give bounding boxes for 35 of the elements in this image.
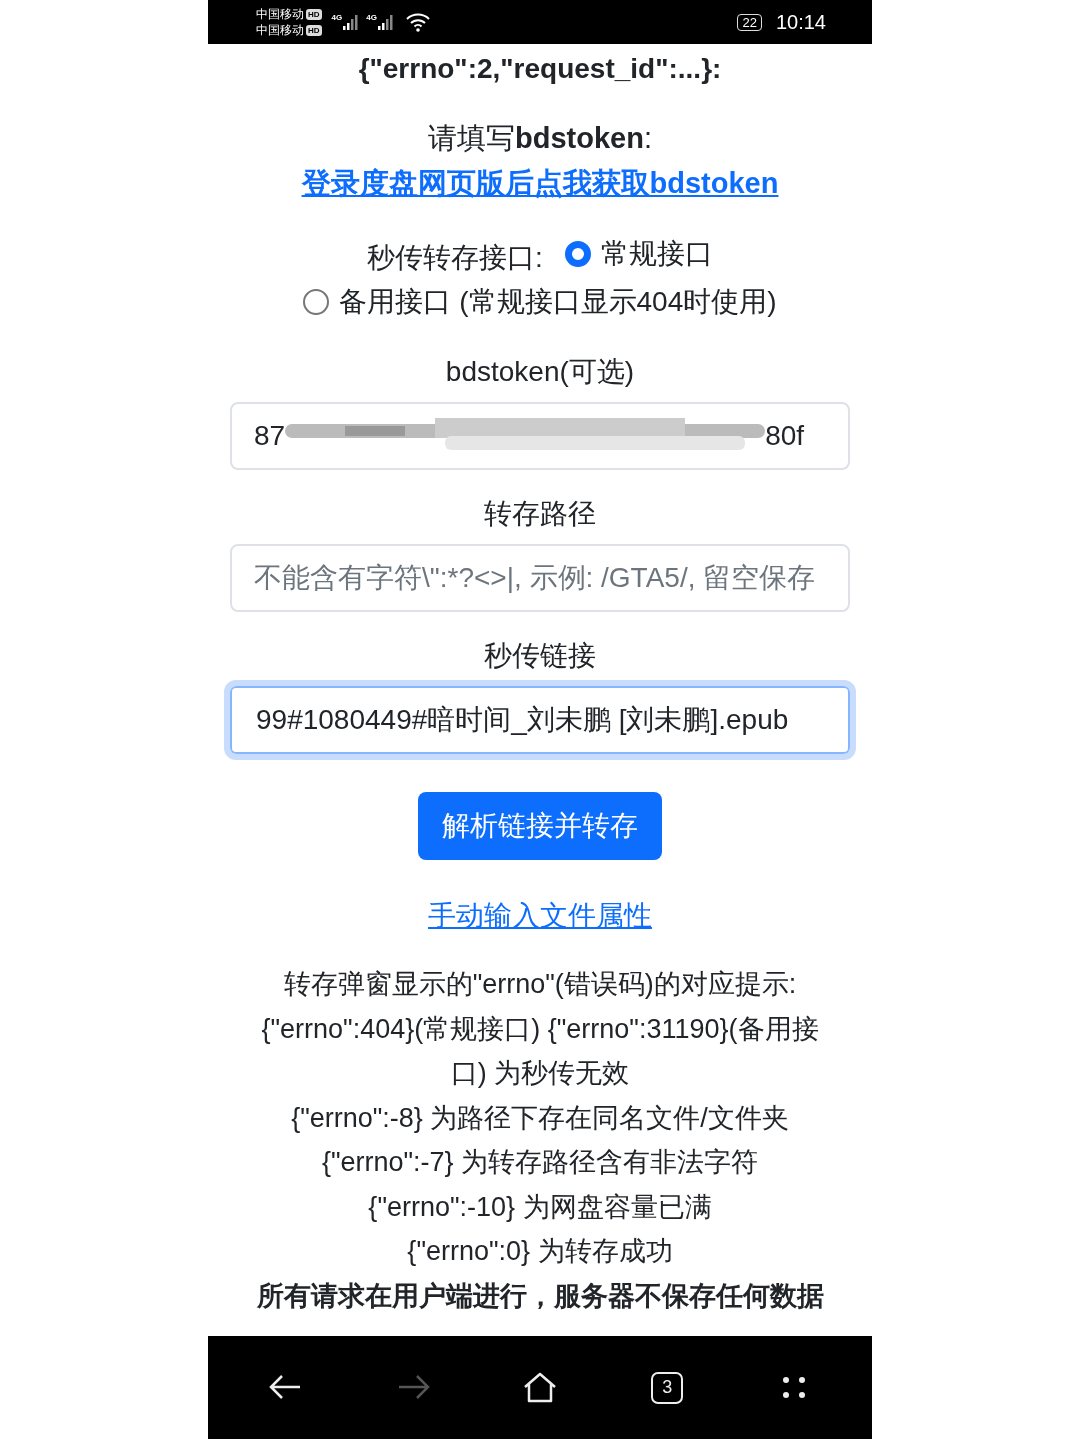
api-label: 秒传转存接口: xyxy=(367,242,543,273)
radio-label: 备用接口 (常规接口显示404时使用) xyxy=(339,285,777,319)
field-label: bdstoken(可选) xyxy=(445,355,635,389)
disclaimer-text: 所有请求在用户端进行，服务器不保存任何数据 xyxy=(255,1279,825,1313)
hd-badge: HD xyxy=(306,8,322,20)
carrier-name: 中国移动 xyxy=(256,23,304,37)
field-label: 秒传链接 xyxy=(484,639,596,673)
radio-label: 常规接口 xyxy=(600,237,713,271)
signal-icon xyxy=(342,13,361,31)
note-text: {"errno":404}(常规接口) {"errno":31190}(备用接口) 为秒传无效 xyxy=(260,1012,820,1090)
bdstoken-link[interactable]: 登录度盘网页版后点我获取bdstoken xyxy=(240,161,840,206)
clock-time: 10:14 xyxy=(775,10,826,34)
note-text: {"errno":0} 为转存成功 xyxy=(406,1235,674,1268)
bdstoken-prompt: 请填写bdstoken: xyxy=(428,122,652,154)
field-label: 转存路径 xyxy=(484,497,596,531)
manual-input-link[interactable]: 手动输入文件属性 xyxy=(428,896,652,936)
error-message: {"errno":2,"request_id":...}: xyxy=(358,52,722,86)
input-field[interactable]: 87 80f xyxy=(230,402,850,470)
tab-count-button[interactable]: 3 xyxy=(651,1371,684,1404)
note-text: {"errno":-7} 为转存路径含有非法字符 xyxy=(320,1146,760,1179)
network-type: 4G xyxy=(331,13,343,22)
note-text: {"errno":-8} 为路径下存在同名文件/文件夹 xyxy=(290,1101,790,1135)
wifi-icon xyxy=(404,12,431,32)
radio-button[interactable] xyxy=(564,241,591,267)
input-field[interactable]: 不能含有字符\":*?<>|, 示例: /GTA5/, 留空保存 xyxy=(230,544,850,612)
battery-indicator: 22 xyxy=(737,13,762,31)
radio-button[interactable] xyxy=(303,289,330,315)
submit-button[interactable]: 解析链接并转存 xyxy=(418,792,662,860)
note-text: {"errno":-10} 为网盘容量已满 xyxy=(367,1190,713,1224)
network-type: 4G xyxy=(366,13,377,22)
carrier-name: 中国移动 xyxy=(256,7,304,21)
note-text: 转存弹窗显示的"errno"(错误码)的对应提示: xyxy=(282,968,798,1001)
signal-icon xyxy=(376,13,395,31)
hd-badge: HD xyxy=(306,24,322,36)
input-field[interactable]: 99#1080449#暗时间_刘未鹏 [刘未鹏].epub xyxy=(224,680,856,760)
